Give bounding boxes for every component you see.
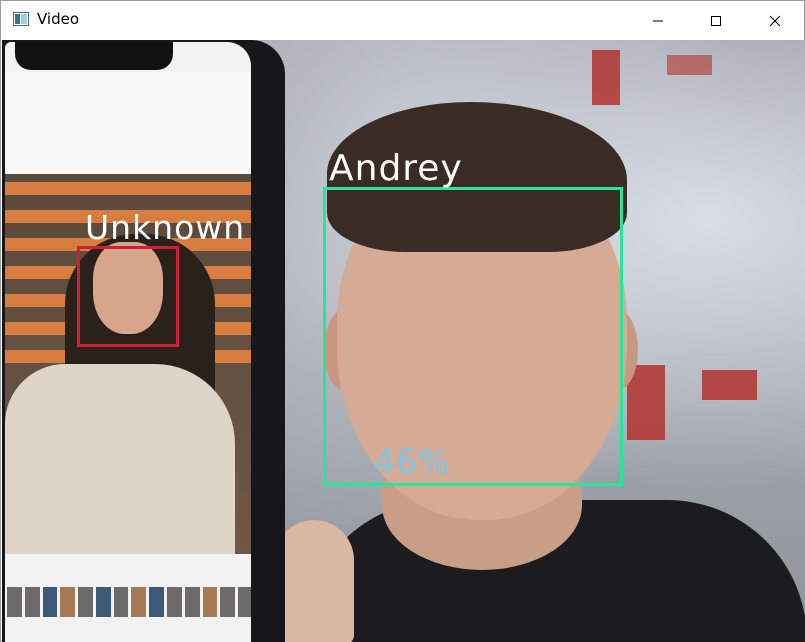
face-confidence: 46%	[374, 442, 451, 481]
face-label-andrey: Andrey	[329, 148, 463, 189]
phone-screen-header	[5, 72, 251, 174]
photo-person-sweater	[5, 364, 235, 554]
wall-sticker	[592, 50, 620, 105]
wall-sticker	[702, 370, 757, 400]
phone-notch	[15, 42, 173, 70]
face-box-andrey	[323, 187, 623, 486]
photo-thumbnail-strip	[5, 587, 251, 617]
face-box-unknown	[77, 246, 179, 347]
maximize-button[interactable]	[687, 1, 745, 40]
window-title: Video	[37, 10, 80, 28]
video-frame: Unknown Andrey 46%	[2, 40, 805, 642]
person-thumb	[274, 520, 354, 642]
wall-sticker	[667, 55, 712, 75]
maximize-icon	[711, 15, 721, 26]
minimize-button[interactable]	[629, 1, 687, 40]
close-button[interactable]	[746, 1, 804, 40]
app-window-icon	[13, 12, 29, 26]
face-label-unknown: Unknown	[85, 208, 246, 247]
video-window: Video Unknown Andrey 46%	[0, 0, 805, 642]
minimize-icon	[653, 20, 663, 21]
title-bar[interactable]: Video	[1, 1, 804, 40]
close-icon	[769, 15, 781, 26]
